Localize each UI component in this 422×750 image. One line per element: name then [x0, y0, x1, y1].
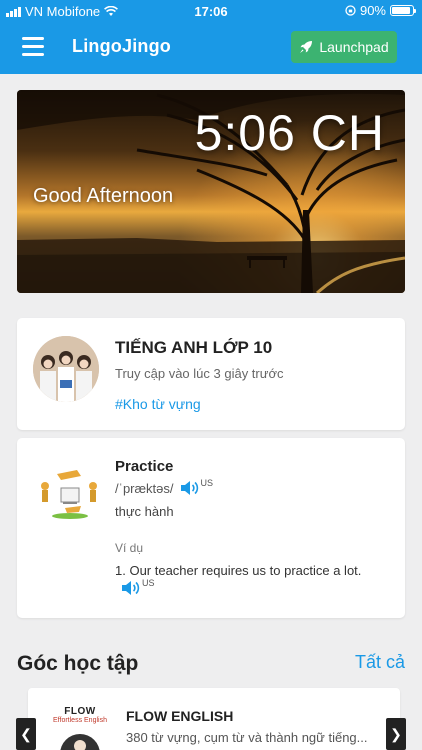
- brand-logo: LingoJingo: [72, 36, 171, 56]
- status-bar: VN Mobifone 17:06 90%: [0, 0, 422, 22]
- menu-icon: [22, 37, 44, 40]
- pronounce-button[interactable]: US: [180, 478, 214, 496]
- word-phonetic-row: /ˈpræktəs/ US: [115, 478, 214, 496]
- chevron-right-icon: ❯: [390, 725, 402, 742]
- accent-label: US: [200, 478, 214, 488]
- speaker-icon: [122, 581, 140, 595]
- battery-percent: 90%: [359, 3, 386, 18]
- example-accent-label: US: [142, 578, 155, 588]
- menu-button[interactable]: [22, 37, 44, 57]
- section-title: Góc học tập: [17, 652, 139, 675]
- word-meaning: thực hành: [115, 504, 174, 519]
- status-right: 90%: [345, 3, 416, 18]
- example-sentence: 1. Our teacher requires us to practice a…: [115, 563, 362, 578]
- orientation-lock-icon: [345, 5, 356, 16]
- speaker-icon: [180, 481, 198, 495]
- word-phonetic: /ˈpræktəs/: [115, 480, 174, 496]
- app-header: LingoJingo Launchpad: [0, 22, 422, 74]
- word-illustration: [41, 470, 97, 519]
- course-last-access: Truy cập vào lúc 3 giây trước: [115, 366, 284, 381]
- battery-icon: [390, 5, 416, 16]
- word-of-day-card[interactable]: Practice /ˈpræktəs/ US thực hành Ví dụ 1…: [17, 438, 405, 618]
- flow-subtitle: Effortless English: [53, 717, 107, 724]
- carousel-description: 380 từ vựng, cụm từ và thành ngữ tiếng..…: [126, 730, 368, 745]
- menu-icon-line: [22, 45, 44, 48]
- greeting-banner: 5:06 CH Good Afternoon: [17, 90, 405, 293]
- students-image: [33, 336, 99, 402]
- carousel-prev-button[interactable]: ❮: [16, 718, 36, 750]
- course-tag-link[interactable]: #Kho từ vựng: [115, 396, 201, 412]
- example-pronounce-button[interactable]: US: [121, 578, 155, 596]
- flow-thumbnail: FLOW Effortless English: [42, 698, 118, 750]
- hero-clock: 5:06 CH: [194, 105, 385, 161]
- flow-logo: FLOW: [64, 706, 96, 717]
- launchpad-button[interactable]: Launchpad: [291, 31, 397, 63]
- instructor-image: [60, 734, 100, 750]
- word-term: Practice: [115, 458, 174, 475]
- course-carousel-item[interactable]: FLOW Effortless English FLOW ENGLISH 380…: [28, 688, 400, 750]
- launchpad-label: Launchpad: [319, 39, 389, 55]
- rocket-icon: [300, 41, 313, 53]
- chevron-left-icon: ❮: [20, 725, 32, 742]
- menu-icon-line: [22, 53, 44, 56]
- carousel-next-button[interactable]: ❯: [386, 718, 406, 750]
- recent-course-card[interactable]: TIẾNG ANH LỚP 10 Truy cập vào lúc 3 giây…: [17, 318, 405, 430]
- example-label: Ví dụ: [115, 541, 144, 555]
- course-title: TIẾNG ANH LỚP 10: [115, 338, 273, 357]
- course-thumbnail: [33, 336, 99, 402]
- carousel-title: FLOW ENGLISH: [126, 708, 234, 724]
- see-all-link[interactable]: Tất cả: [355, 652, 405, 673]
- hero-greeting: Good Afternoon: [33, 185, 174, 207]
